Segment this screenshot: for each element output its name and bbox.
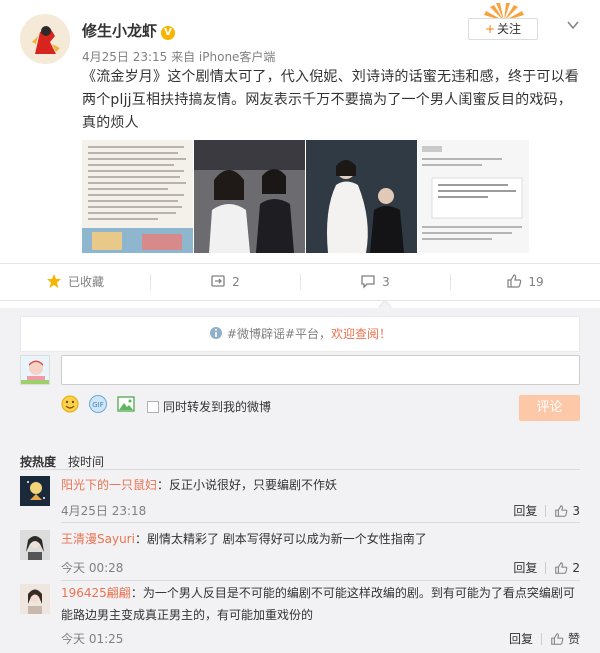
thumbs-up-icon [507,274,522,288]
comment-time: 今天 01:25 [61,632,124,646]
comment-text: 阳光下的一只鼠妇：反正小说很好，只要编剧不作妖 [61,474,580,496]
comment-actions: 回复 3 [513,502,580,519]
repost-count: 2 [232,275,240,289]
like-count: 19 [528,275,544,289]
commenter-name[interactable]: 阳光下的一只鼠妇 [61,478,157,492]
comment-like-count: 3 [572,504,580,518]
comment-like-button[interactable]: 3 [554,504,580,518]
comment-content: ：为一个男人反目是不可能的编剧不可能这样改编的剧。到有可能为了看点突编剧可能路边… [61,586,575,622]
thumbs-up-icon [551,633,564,645]
thumbnail-text-screenshot[interactable] [82,140,193,253]
divider [540,633,542,645]
comment-like-button[interactable]: 2 [554,561,580,575]
post-action-bar: 已收藏 2 3 19 [0,263,600,301]
image-gallery [82,140,582,253]
follow-label: 关注 [497,22,522,36]
forward-label: 同时转发到我的微博 [163,400,272,414]
divider [20,469,580,470]
comment-time: 今天 00:28 [61,561,124,575]
my-avatar[interactable] [20,355,50,385]
verified-badge-icon: V [161,26,176,40]
tab-sort-time[interactable]: 按时间 [68,455,104,469]
comment-like-button[interactable]: 赞 [550,630,580,647]
commenter-avatar[interactable] [20,584,50,614]
follow-button[interactable]: + 关注 [468,18,538,40]
svg-text:GIF: GIF [92,401,104,409]
comment-input[interactable] [61,355,580,385]
thumbnail-event-photo[interactable] [194,140,305,253]
commenter-name[interactable]: 王清漫Sayuri [61,532,135,546]
gif-icon[interactable]: GIF [88,394,108,414]
notice-link[interactable]: 欢迎查阅！ [331,327,391,341]
post-meta: 4月25日 23:15 来自 iPhone客户端 [82,50,276,64]
divider [61,522,580,523]
comment-content: ：剧情太精彩了 剧本写得好可以成为新一个女性指南了 [134,532,427,546]
favorite-label: 已收藏 [67,275,104,289]
post-text: 《流金岁月》这个剧情太可了，代入倪妮、刘诗诗的话蜜无违和感，终于可以看两个plj… [82,69,579,131]
chevron-down-icon[interactable] [566,18,580,32]
favorite-button[interactable]: 已收藏 [0,264,150,300]
thumbs-up-icon [555,505,568,517]
thumbnail-social-post-screenshot[interactable] [418,140,529,253]
comment-actions: 回复 2 [513,559,580,576]
caret-up-icon [378,300,392,308]
reply-button[interactable]: 回复 [509,630,533,647]
notice-text: #微博辟谣#平台， [226,327,332,341]
sort-tabs: 按热度 按时间 [20,453,116,470]
comment-button[interactable]: 3 [300,264,450,300]
weibo-post: 修生小龙虾 V 4月25日 23:15 来自 iPhone客户端 + 关注 《流金岁… [0,0,600,260]
comment-count: 3 [382,275,390,289]
repost-icon [211,275,225,287]
info-icon [209,327,222,339]
thumbnail-stage-photo[interactable] [306,140,417,253]
commenter-avatar[interactable] [20,476,50,506]
divider [545,505,547,517]
commenter-avatar[interactable] [20,530,50,560]
repost-button[interactable]: 2 [150,264,300,300]
divider [545,562,547,574]
reply-button[interactable]: 回复 [513,502,537,519]
forward-checkbox[interactable] [147,401,159,413]
comment-actions: 回复 赞 [509,630,580,647]
comment-submit-button[interactable]: 评论 [519,395,580,421]
forward-option[interactable]: 同时转发到我的微博 [147,398,271,415]
star-icon [46,274,61,288]
rumor-notice-banner[interactable]: #微博辟谣#平台，欢迎查阅！ [20,316,580,352]
comment-time: 4月25日 23:18 [61,504,147,518]
comment-section: #微博辟谣#平台，欢迎查阅！ GIF 同时转发到我的微博 评论 按热度 按时间 阳… [0,308,600,653]
thumbs-up-icon [555,562,568,574]
user-avatar[interactable] [20,14,70,64]
username-text[interactable]: 修生小龙虾 [82,22,157,40]
comment-content: ：反正小说很好，只要编剧不作妖 [157,478,338,492]
post-username[interactable]: 修生小龙虾 V [82,20,176,41]
comment-text: 王清漫Sayuri：剧情太精彩了 剧本写得好可以成为新一个女性指南了 [61,528,580,550]
tab-sort-hot[interactable]: 按热度 [20,455,56,469]
reply-button[interactable]: 回复 [513,559,537,576]
commenter-name[interactable]: 196425翩翩 [61,586,131,600]
image-icon[interactable] [116,394,136,414]
comment-like-count: 2 [572,561,580,575]
comment-icon [361,275,375,289]
comment-text: 196425翩翩：为一个男人反目是不可能的编剧不可能这样改编的剧。到有可能为了看… [61,582,580,626]
like-button[interactable]: 19 [450,264,600,300]
plus-icon: + [484,22,496,36]
comment-like-count: 赞 [567,632,580,646]
emoji-icon[interactable] [60,394,80,414]
divider [61,580,580,581]
